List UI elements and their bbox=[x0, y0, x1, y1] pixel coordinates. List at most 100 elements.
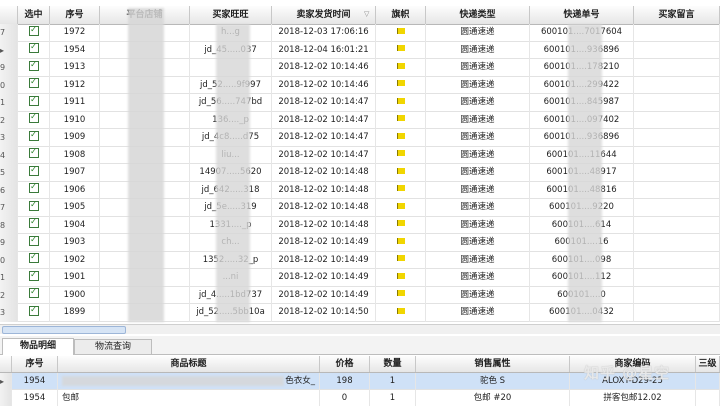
order-row[interactable]: 9✓1903ch...2018-12-02 10:14:49圆通速递600101… bbox=[0, 234, 720, 252]
col-express-type[interactable]: 快递类型 bbox=[426, 6, 530, 24]
checkbox-checked-icon[interactable]: ✓ bbox=[28, 270, 39, 281]
select-cell[interactable]: ✓ bbox=[18, 199, 50, 217]
flag-cell[interactable] bbox=[376, 216, 426, 235]
checkbox-checked-icon[interactable]: ✓ bbox=[28, 200, 39, 211]
select-cell[interactable]: ✓ bbox=[18, 269, 50, 287]
horizontal-scrollbar[interactable] bbox=[0, 324, 720, 334]
order-row[interactable]: 2✓1910136...._p2018-12-02 10:14:47圆通速递60… bbox=[0, 111, 720, 130]
flag-cell[interactable] bbox=[376, 304, 426, 322]
checkbox-checked-icon[interactable]: ✓ bbox=[28, 25, 39, 36]
row-header[interactable]: 0 bbox=[0, 76, 18, 95]
order-row[interactable]: 4✓1908liu...2018-12-02 10:14:47圆通速递60010… bbox=[0, 146, 720, 165]
flag-cell[interactable] bbox=[376, 146, 426, 165]
order-row[interactable]: 1✓1911jd_56.....747bd2018-12-02 10:14:47… bbox=[0, 94, 720, 112]
flag-cell[interactable] bbox=[376, 181, 426, 200]
row-header[interactable]: 1 bbox=[0, 94, 18, 112]
row-header[interactable] bbox=[0, 390, 12, 406]
item-row[interactable]: 1954 包邮 0 1 包邮 #20 拼客包邮12.02 bbox=[0, 390, 720, 406]
order-row[interactable]: 1✓1901...ni2018-12-02 10:14:49圆通速递600101… bbox=[0, 269, 720, 287]
row-header[interactable]: 2 bbox=[0, 111, 18, 130]
select-cell[interactable]: ✓ bbox=[18, 24, 50, 42]
col-selected[interactable]: 选中 bbox=[18, 6, 50, 24]
order-row[interactable]: 7✓1972h...g2018-12-03 17:06:16圆通速递600101… bbox=[0, 24, 720, 42]
row-header[interactable]: ▸ bbox=[0, 41, 18, 60]
col-price[interactable]: 价格 bbox=[320, 356, 370, 372]
col-buyer-message[interactable]: 买家留言 bbox=[634, 6, 720, 24]
select-cell[interactable]: ✓ bbox=[18, 234, 50, 252]
order-row[interactable]: ▸✓1954jd_45.....0372018-12-04 16:01:21圆通… bbox=[0, 41, 720, 60]
row-header[interactable]: 6 bbox=[0, 181, 18, 200]
flag-cell[interactable] bbox=[376, 234, 426, 252]
tab-logistics-query[interactable]: 物流查询 bbox=[74, 339, 152, 354]
order-row[interactable]: 0✓19021352.....32_p2018-12-02 10:14:49圆通… bbox=[0, 251, 720, 270]
order-row[interactable]: 3✓1899jd_52.....5bb10a2018-12-02 10:14:5… bbox=[0, 304, 720, 322]
checkbox-checked-icon[interactable]: ✓ bbox=[28, 288, 39, 298]
select-cell[interactable]: ✓ bbox=[18, 216, 50, 235]
row-header[interactable]: 2 bbox=[0, 286, 18, 305]
col-qty[interactable]: 数量 bbox=[370, 356, 416, 372]
flag-cell[interactable] bbox=[376, 129, 426, 147]
select-cell[interactable]: ✓ bbox=[18, 76, 50, 95]
checkbox-checked-icon[interactable]: ✓ bbox=[28, 183, 39, 193]
row-header[interactable]: 5 bbox=[0, 164, 18, 182]
row-header[interactable]: 7 bbox=[0, 24, 18, 42]
select-cell[interactable]: ✓ bbox=[18, 111, 50, 130]
col-item-seq[interactable]: 序号 bbox=[12, 356, 58, 372]
flag-cell[interactable] bbox=[376, 41, 426, 60]
select-cell[interactable]: ✓ bbox=[18, 251, 50, 270]
select-cell[interactable]: ✓ bbox=[18, 164, 50, 182]
flag-cell[interactable] bbox=[376, 59, 426, 77]
order-row[interactable]: 6✓1906jd_642.....3182018-12-02 10:14:48圆… bbox=[0, 181, 720, 200]
flag-cell[interactable] bbox=[376, 94, 426, 112]
flag-cell[interactable] bbox=[376, 76, 426, 95]
col-item-title[interactable]: 商品标题 bbox=[58, 356, 320, 372]
checkbox-checked-icon[interactable]: ✓ bbox=[28, 253, 39, 263]
flag-cell[interactable] bbox=[376, 199, 426, 217]
col-ship-time[interactable]: 卖家发货时间 bbox=[272, 6, 376, 24]
checkbox-checked-icon[interactable]: ✓ bbox=[28, 165, 39, 176]
col-tracking-no[interactable]: 快递单号 bbox=[530, 6, 634, 24]
row-header[interactable]: 3 bbox=[0, 129, 18, 147]
checkbox-checked-icon[interactable]: ✓ bbox=[28, 95, 39, 106]
col-flag[interactable]: 旗帜 bbox=[376, 6, 426, 24]
checkbox-checked-icon[interactable]: ✓ bbox=[28, 130, 39, 141]
row-header[interactable]: 4 bbox=[0, 146, 18, 165]
col-sales-attr[interactable]: 销售属性 bbox=[416, 356, 570, 372]
order-row[interactable]: 8✓19041331...._p2018-12-02 10:14:48圆通速递6… bbox=[0, 216, 720, 235]
checkbox-checked-icon[interactable]: ✓ bbox=[28, 218, 39, 228]
row-header[interactable]: 7 bbox=[0, 199, 18, 217]
checkbox-checked-icon[interactable]: ✓ bbox=[28, 235, 39, 246]
select-cell[interactable]: ✓ bbox=[18, 304, 50, 322]
order-row[interactable]: 7✓1905jd_5e.....3192018-12-02 10:14:48圆通… bbox=[0, 199, 720, 217]
flag-cell[interactable] bbox=[376, 286, 426, 305]
select-cell[interactable]: ✓ bbox=[18, 94, 50, 112]
col-seq[interactable]: 序号 bbox=[50, 6, 100, 24]
flag-cell[interactable] bbox=[376, 24, 426, 42]
order-row[interactable]: 5✓190714907.....56202018-12-02 10:14:48圆… bbox=[0, 164, 720, 182]
flag-cell[interactable] bbox=[376, 164, 426, 182]
checkbox-checked-icon[interactable]: ✓ bbox=[28, 43, 39, 53]
checkbox-checked-icon[interactable]: ✓ bbox=[28, 60, 39, 71]
row-header[interactable]: 1 bbox=[0, 269, 18, 287]
order-row[interactable]: 3✓1909jd_4c8.....d752018-12-02 10:14:47圆… bbox=[0, 129, 720, 147]
row-header[interactable]: 0 bbox=[0, 251, 18, 270]
select-cell[interactable]: ✓ bbox=[18, 59, 50, 77]
order-row[interactable]: 2✓1900jd_4.....1bd7372018-12-02 10:14:49… bbox=[0, 286, 720, 305]
flag-cell[interactable] bbox=[376, 251, 426, 270]
col-buyer-id[interactable]: 买家旺旺 bbox=[190, 6, 272, 24]
tab-item-details[interactable]: 物品明细 bbox=[2, 338, 74, 355]
flag-cell[interactable] bbox=[376, 269, 426, 287]
select-cell[interactable]: ✓ bbox=[18, 146, 50, 165]
checkbox-checked-icon[interactable]: ✓ bbox=[28, 148, 39, 158]
select-cell[interactable]: ✓ bbox=[18, 181, 50, 200]
order-row[interactable]: 0✓1912jd_52.....9f9972018-12-02 10:14:46… bbox=[0, 76, 720, 95]
checkbox-checked-icon[interactable]: ✓ bbox=[28, 78, 39, 88]
select-cell[interactable]: ✓ bbox=[18, 286, 50, 305]
row-header[interactable]: 9 bbox=[0, 234, 18, 252]
checkbox-checked-icon[interactable]: ✓ bbox=[28, 305, 39, 316]
scrollbar-thumb[interactable] bbox=[2, 326, 126, 334]
row-header[interactable]: 8 bbox=[0, 216, 18, 235]
row-header[interactable]: ▸ bbox=[0, 373, 12, 390]
col-level3[interactable]: 三级 bbox=[696, 356, 720, 372]
order-row[interactable]: 9✓19132018-12-02 10:14:46圆通速递600101....1… bbox=[0, 59, 720, 77]
